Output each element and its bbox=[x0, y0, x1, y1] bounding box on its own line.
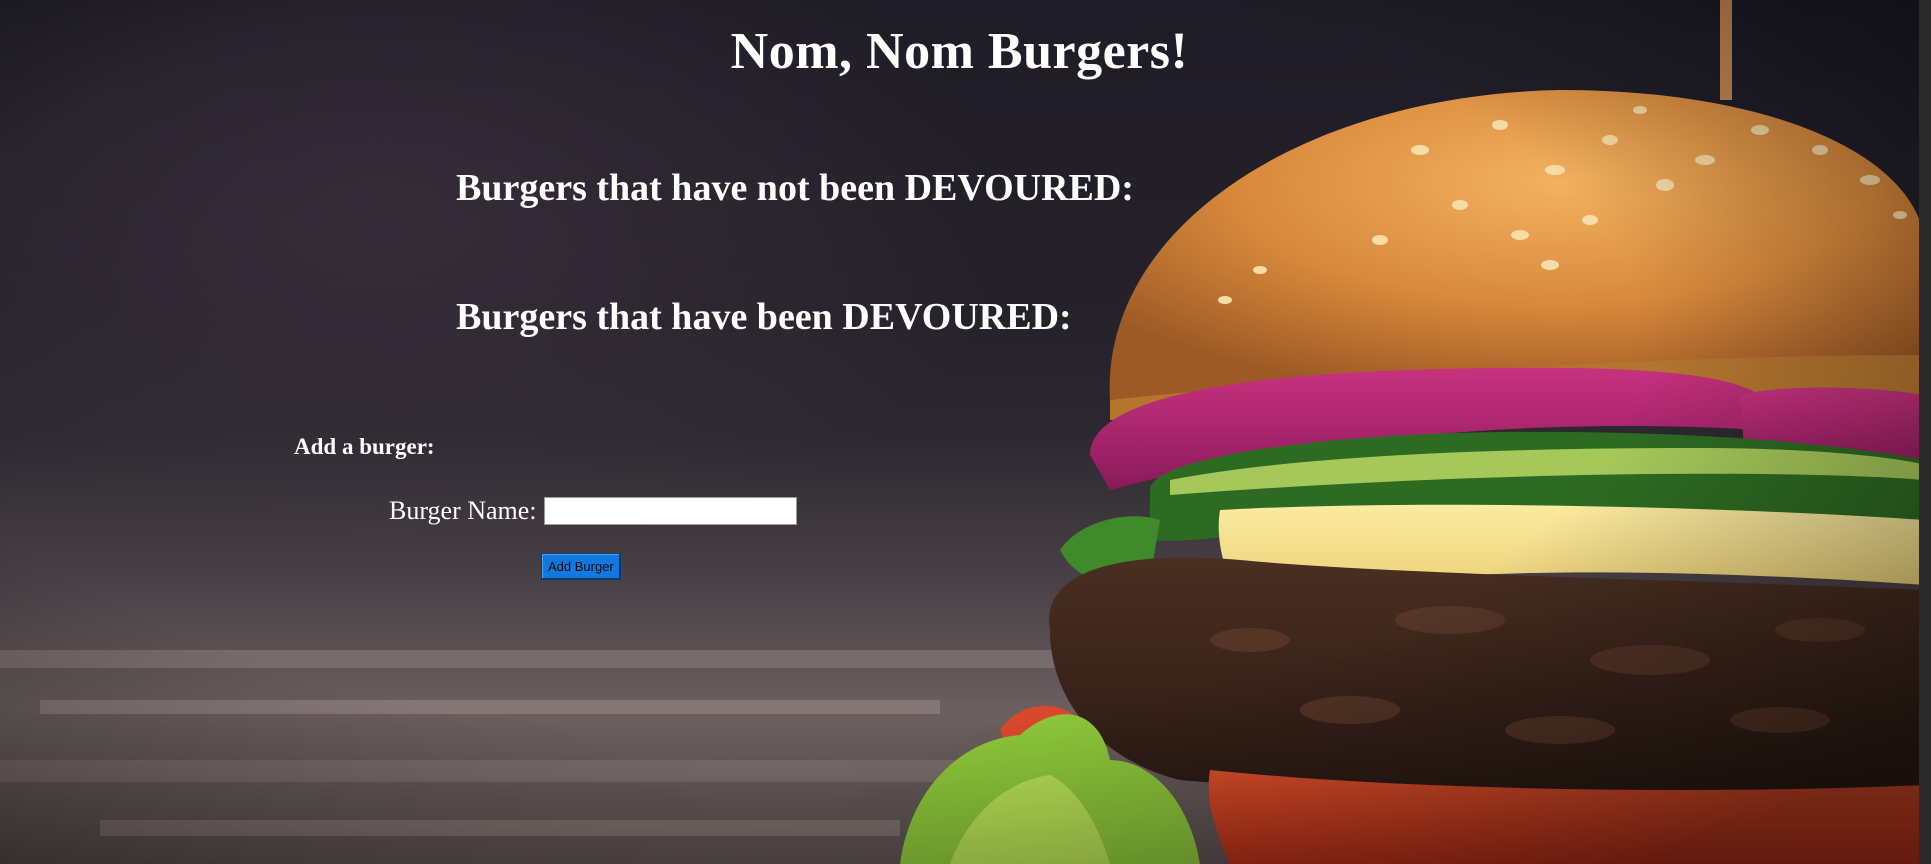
devoured-heading: Burgers that have been DEVOURED: bbox=[456, 296, 1072, 338]
page-content: Nom, Nom Burgers! Burgers that have not … bbox=[0, 0, 1919, 864]
burger-name-label: Burger Name: bbox=[389, 496, 537, 525]
page-title: Nom, Nom Burgers! bbox=[730, 23, 1189, 80]
add-burger-heading: Add a burger: bbox=[294, 434, 435, 459]
scrollbar-edge bbox=[1919, 0, 1931, 864]
not-devoured-heading: Burgers that have not been DEVOURED: bbox=[456, 167, 1134, 209]
burger-name-row: Burger Name: bbox=[389, 495, 797, 527]
add-burger-button[interactable]: Add Burger bbox=[541, 553, 621, 580]
burger-name-input[interactable] bbox=[543, 497, 797, 525]
